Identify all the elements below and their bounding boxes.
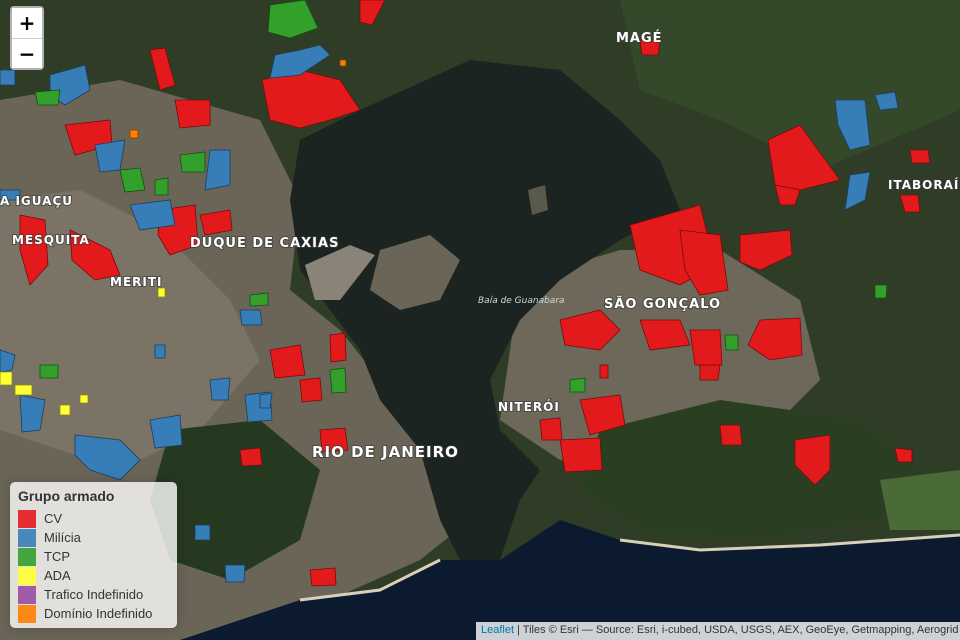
legend-label: Milícia bbox=[44, 530, 81, 545]
legend-swatch bbox=[18, 604, 36, 623]
legend-swatch bbox=[18, 528, 36, 547]
map-attribution: Leaflet | Tiles © Esri — Source: Esri, i… bbox=[476, 622, 960, 640]
legend-label: CV bbox=[44, 511, 63, 526]
legend-label: TCP bbox=[44, 549, 70, 564]
place-label-rio: RIO DE JANEIRO bbox=[312, 443, 459, 461]
legend-title: Grupo armado bbox=[18, 488, 115, 504]
place-label-mage: MAGÉ bbox=[616, 30, 663, 46]
legend-label: ADA bbox=[44, 568, 71, 583]
zoom-in-button[interactable]: + bbox=[12, 8, 42, 38]
place-label-mesquita: MESQUITA bbox=[12, 233, 90, 247]
legend-item-cv: CV bbox=[18, 509, 169, 528]
legend-label: Trafico Indefinido bbox=[44, 587, 144, 602]
attribution-text: | Tiles © Esri — Source: Esri, i-cubed, … bbox=[514, 624, 959, 636]
place-label-itaborai: ITABORAÍ bbox=[888, 177, 959, 192]
place-label-niteroi: NITERÓI bbox=[498, 399, 560, 414]
legend-swatch bbox=[18, 547, 36, 566]
legend-item-trafico-indefinido: Trafico Indefinido bbox=[18, 585, 169, 604]
place-label-nova-iguacu: A IGUAÇU bbox=[0, 194, 73, 208]
place-label-caxias: DUQUE DE CAXIAS bbox=[190, 236, 339, 251]
legend-label: Domínio Indefinido bbox=[44, 606, 153, 621]
leaflet-link[interactable]: Leaflet bbox=[481, 624, 514, 636]
legend-swatch bbox=[18, 566, 36, 585]
zoom-control: + − bbox=[10, 6, 44, 70]
place-label-bay: Baía de Guanabara bbox=[478, 296, 565, 306]
legend: Grupo armado CV Milícia TCP ADA Trafico … bbox=[10, 482, 177, 628]
legend-item-ada: ADA bbox=[18, 566, 169, 585]
zoom-out-button[interactable]: − bbox=[12, 38, 42, 68]
legend-item-dominio-indefinido: Domínio Indefinido bbox=[18, 604, 169, 623]
legend-item-tcp: TCP bbox=[18, 547, 169, 566]
legend-swatch bbox=[18, 509, 36, 528]
place-label-meriti: MERITI bbox=[110, 275, 163, 289]
legend-item-milicia: Milícia bbox=[18, 528, 169, 547]
place-label-sao-goncalo: SÃO GONÇALO bbox=[604, 296, 721, 312]
legend-swatch bbox=[18, 585, 36, 604]
